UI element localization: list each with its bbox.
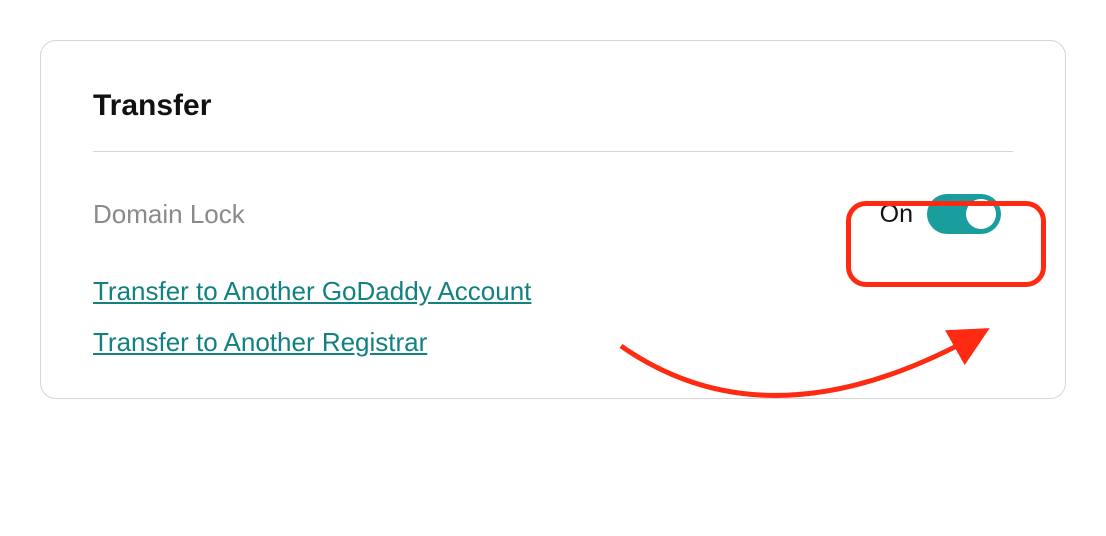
transfer-registrar-link[interactable]: Transfer to Another Registrar xyxy=(93,327,427,358)
divider xyxy=(93,151,1013,152)
card-title: Transfer xyxy=(93,89,1013,123)
transfer-card: Transfer Domain Lock On Transfer to Anot… xyxy=(40,40,1066,399)
domain-lock-label: Domain Lock xyxy=(93,199,245,230)
transfer-links: Transfer to Another GoDaddy Account Tran… xyxy=(93,276,1013,358)
domain-lock-toggle-container: On xyxy=(856,188,1013,240)
domain-lock-toggle[interactable] xyxy=(927,194,1001,234)
toggle-state-label: On xyxy=(880,200,913,229)
transfer-account-link[interactable]: Transfer to Another GoDaddy Account xyxy=(93,276,531,307)
toggle-knob-icon xyxy=(966,199,996,229)
domain-lock-row: Domain Lock On xyxy=(93,188,1013,240)
